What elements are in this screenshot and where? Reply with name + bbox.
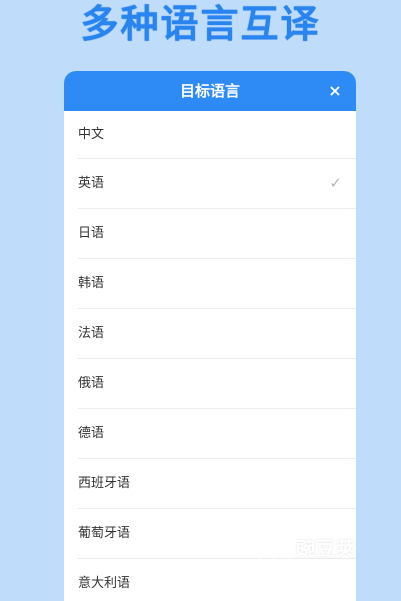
language-option[interactable]: 西班牙语 [78,459,356,509]
checkmark-icon: ✓ [329,174,342,192]
watermark-logo-icon [258,521,291,566]
language-option[interactable]: 法语 [78,309,356,359]
language-label: 法语 [78,326,105,341]
language-label: 韩语 [78,276,105,291]
language-option[interactable]: 英语 ✓ [78,159,356,209]
language-option[interactable]: 韩语 [78,259,356,309]
language-label: 英语 [78,176,105,191]
dialog-header: 目标语言 × [64,71,356,111]
language-label: 德语 [78,426,105,441]
language-option[interactable]: 俄语 [78,359,356,409]
dialog-title: 目标语言 [179,82,240,100]
language-option[interactable]: 日语 [78,209,356,259]
language-label: 中文 [78,127,105,142]
language-option[interactable]: 德语 [78,409,356,459]
language-label: 俄语 [78,376,105,391]
close-icon[interactable]: × [324,71,346,111]
language-option[interactable]: 中文 [78,111,356,159]
language-label: 西班牙语 [78,476,131,491]
language-label: 日语 [78,226,105,241]
watermark: 豌豆荚 [256,520,396,570]
watermark-text: 豌豆荚 [296,538,357,560]
language-label: 葡萄牙语 [78,526,131,541]
promo-headline: 多种语言互译 [80,2,321,46]
